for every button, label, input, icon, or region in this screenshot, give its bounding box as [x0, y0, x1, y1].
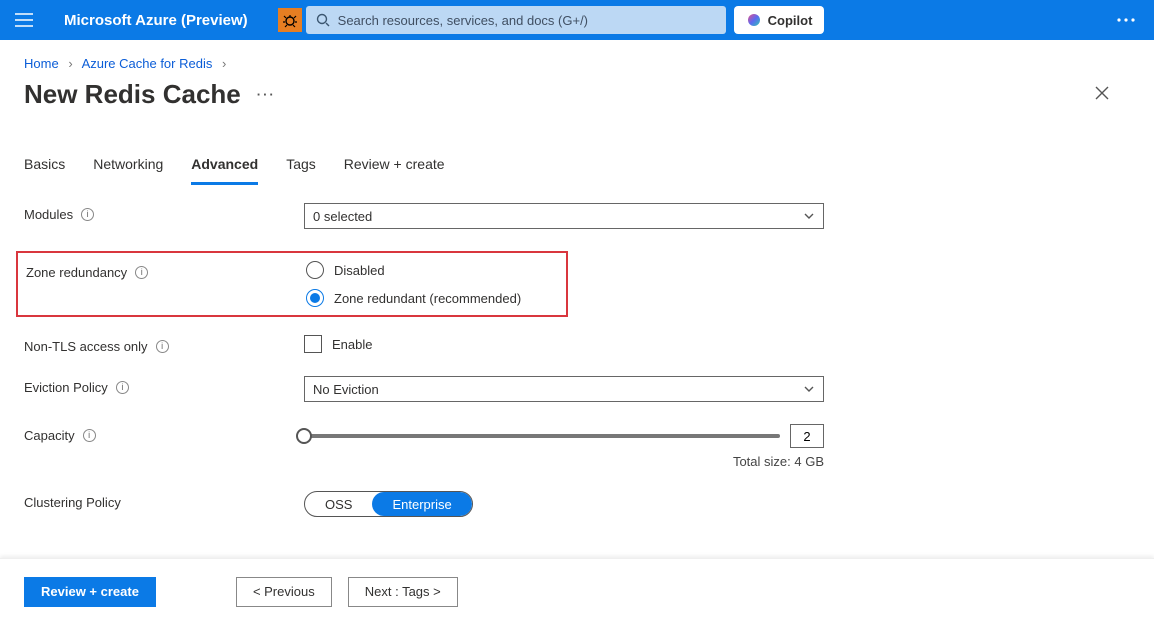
page-overflow-menu[interactable]: ···	[257, 87, 276, 102]
clustering-option-oss[interactable]: OSS	[305, 492, 372, 516]
close-icon	[1094, 85, 1110, 101]
zone-redundancy-option-redundant[interactable]: Zone redundant (recommended)	[306, 289, 566, 307]
modules-dropdown[interactable]: 0 selected	[304, 203, 824, 229]
breadcrumb-sep-2: ›	[222, 56, 226, 71]
row-capacity: Capacity i Total size: 4 GB	[24, 424, 1130, 469]
non-tls-info-icon[interactable]: i	[156, 340, 169, 353]
eviction-label: Eviction Policy	[24, 380, 108, 395]
zone-option-1-label: Zone redundant (recommended)	[334, 291, 521, 306]
zone-redundancy-highlight: Zone redundancy i Disabled Zone redundan…	[16, 251, 568, 317]
eviction-value: No Eviction	[313, 382, 379, 397]
tab-networking[interactable]: Networking	[93, 150, 163, 185]
review-create-button[interactable]: Review + create	[24, 577, 156, 607]
topbar-overflow[interactable]	[1110, 4, 1142, 36]
breadcrumb-sep-1: ›	[68, 56, 72, 71]
chevron-down-icon	[803, 383, 815, 395]
radio-icon	[306, 261, 324, 279]
modules-info-icon[interactable]: i	[81, 208, 94, 221]
bug-report-button[interactable]	[278, 8, 302, 32]
clustering-label: Clustering Policy	[24, 495, 121, 510]
row-eviction: Eviction Policy i No Eviction	[24, 376, 1130, 402]
search-placeholder: Search resources, services, and docs (G+…	[338, 13, 588, 28]
zone-redundancy-option-disabled[interactable]: Disabled	[306, 261, 566, 279]
modules-value: 0 selected	[313, 209, 372, 224]
capacity-total-size: Total size: 4 GB	[304, 454, 824, 469]
clustering-toggle: OSS Enterprise	[304, 491, 473, 517]
footer-bar: Review + create < Previous Next : Tags >	[0, 558, 1154, 624]
clustering-option-enterprise[interactable]: Enterprise	[372, 492, 471, 516]
next-button[interactable]: Next : Tags >	[348, 577, 458, 607]
breadcrumb-parent[interactable]: Azure Cache for Redis	[82, 56, 213, 71]
search-icon	[316, 13, 330, 27]
hamburger-menu[interactable]	[12, 8, 36, 32]
non-tls-checkbox[interactable]	[304, 335, 322, 353]
breadcrumb: Home › Azure Cache for Redis ›	[0, 40, 1154, 71]
zone-redundancy-info-icon[interactable]: i	[135, 266, 148, 279]
brand-label[interactable]: Microsoft Azure (Preview)	[64, 12, 248, 29]
copilot-icon	[746, 12, 762, 28]
zone-redundancy-radio-group: Disabled Zone redundant (recommended)	[306, 261, 566, 307]
row-modules: Modules i 0 selected	[24, 203, 1130, 229]
slider-track	[304, 434, 780, 438]
tab-basics[interactable]: Basics	[24, 150, 65, 185]
bug-icon	[282, 12, 298, 28]
row-non-tls: Non-TLS access only i Enable	[24, 335, 1130, 354]
capacity-slider[interactable]	[304, 426, 780, 446]
tab-review[interactable]: Review + create	[344, 150, 445, 185]
tab-advanced[interactable]: Advanced	[191, 150, 258, 185]
radio-icon	[306, 289, 324, 307]
capacity-info-icon[interactable]: i	[83, 429, 96, 442]
content-scroll[interactable]: Basics Networking Advanced Tags Review +…	[0, 140, 1154, 546]
breadcrumb-home[interactable]: Home	[24, 56, 59, 71]
chevron-down-icon	[803, 210, 815, 222]
modules-label: Modules	[24, 207, 73, 222]
previous-button[interactable]: < Previous	[236, 577, 332, 607]
capacity-input[interactable]	[790, 424, 824, 448]
ellipsis-icon	[1116, 17, 1136, 23]
tab-bar: Basics Networking Advanced Tags Review +…	[24, 150, 1130, 185]
global-search[interactable]: Search resources, services, and docs (G+…	[306, 6, 726, 34]
copilot-button[interactable]: Copilot	[734, 6, 825, 34]
row-clustering: Clustering Policy OSS Enterprise	[24, 491, 1130, 517]
page-title: New Redis Cache	[24, 79, 241, 110]
menu-icon	[15, 13, 33, 27]
non-tls-label: Non-TLS access only	[24, 339, 148, 354]
topbar: Microsoft Azure (Preview) Search resourc…	[0, 0, 1154, 40]
close-blade-button[interactable]	[1094, 85, 1110, 104]
tab-tags[interactable]: Tags	[286, 150, 316, 185]
page-header: New Redis Cache ···	[0, 71, 1154, 110]
non-tls-checkbox-label: Enable	[332, 337, 372, 352]
slider-thumb[interactable]	[296, 428, 312, 444]
eviction-dropdown[interactable]: No Eviction	[304, 376, 824, 402]
zone-option-0-label: Disabled	[334, 263, 385, 278]
capacity-label: Capacity	[24, 428, 75, 443]
copilot-label: Copilot	[768, 13, 813, 28]
eviction-info-icon[interactable]: i	[116, 381, 129, 394]
zone-redundancy-label: Zone redundancy	[26, 265, 127, 280]
